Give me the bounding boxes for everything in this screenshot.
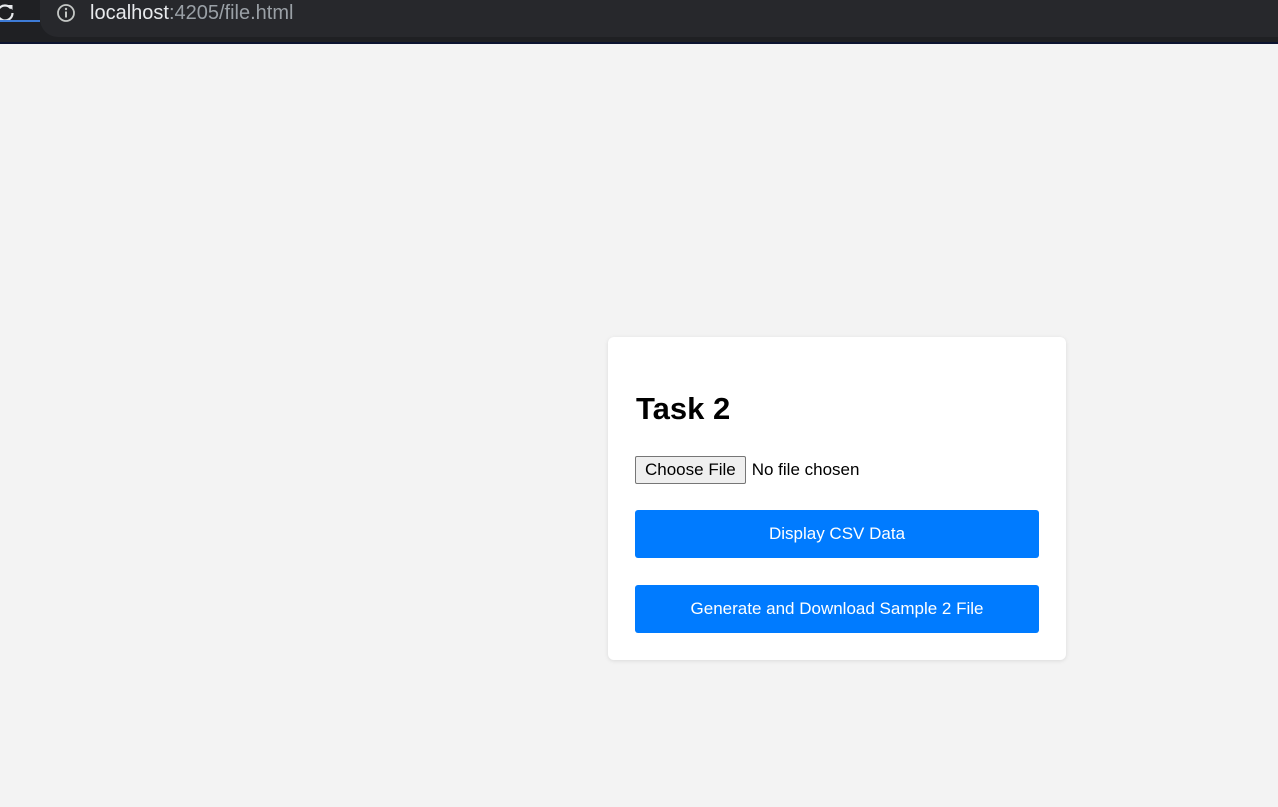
generate-download-button[interactable]: Generate and Download Sample 2 File — [635, 585, 1039, 633]
url-host: localhost — [90, 2, 169, 24]
choose-file-button[interactable]: Choose File — [635, 456, 746, 484]
task-card: Task 2 Choose File No file chosen Displa… — [608, 337, 1066, 660]
tab-indicator — [0, 20, 40, 22]
file-status-text: No file chosen — [751, 460, 860, 479]
browser-toolbar: localhost:4205/file.html — [0, 0, 1278, 44]
url-path: :4205/file.html — [168, 2, 294, 24]
file-input[interactable]: Choose File No file chosen — [635, 456, 859, 484]
info-icon[interactable] — [56, 3, 76, 23]
display-csv-button[interactable]: Display CSV Data — [635, 510, 1039, 558]
page-title: Task 2 — [636, 391, 731, 426]
url-text[interactable]: localhost:4205/file.html — [90, 1, 293, 25]
